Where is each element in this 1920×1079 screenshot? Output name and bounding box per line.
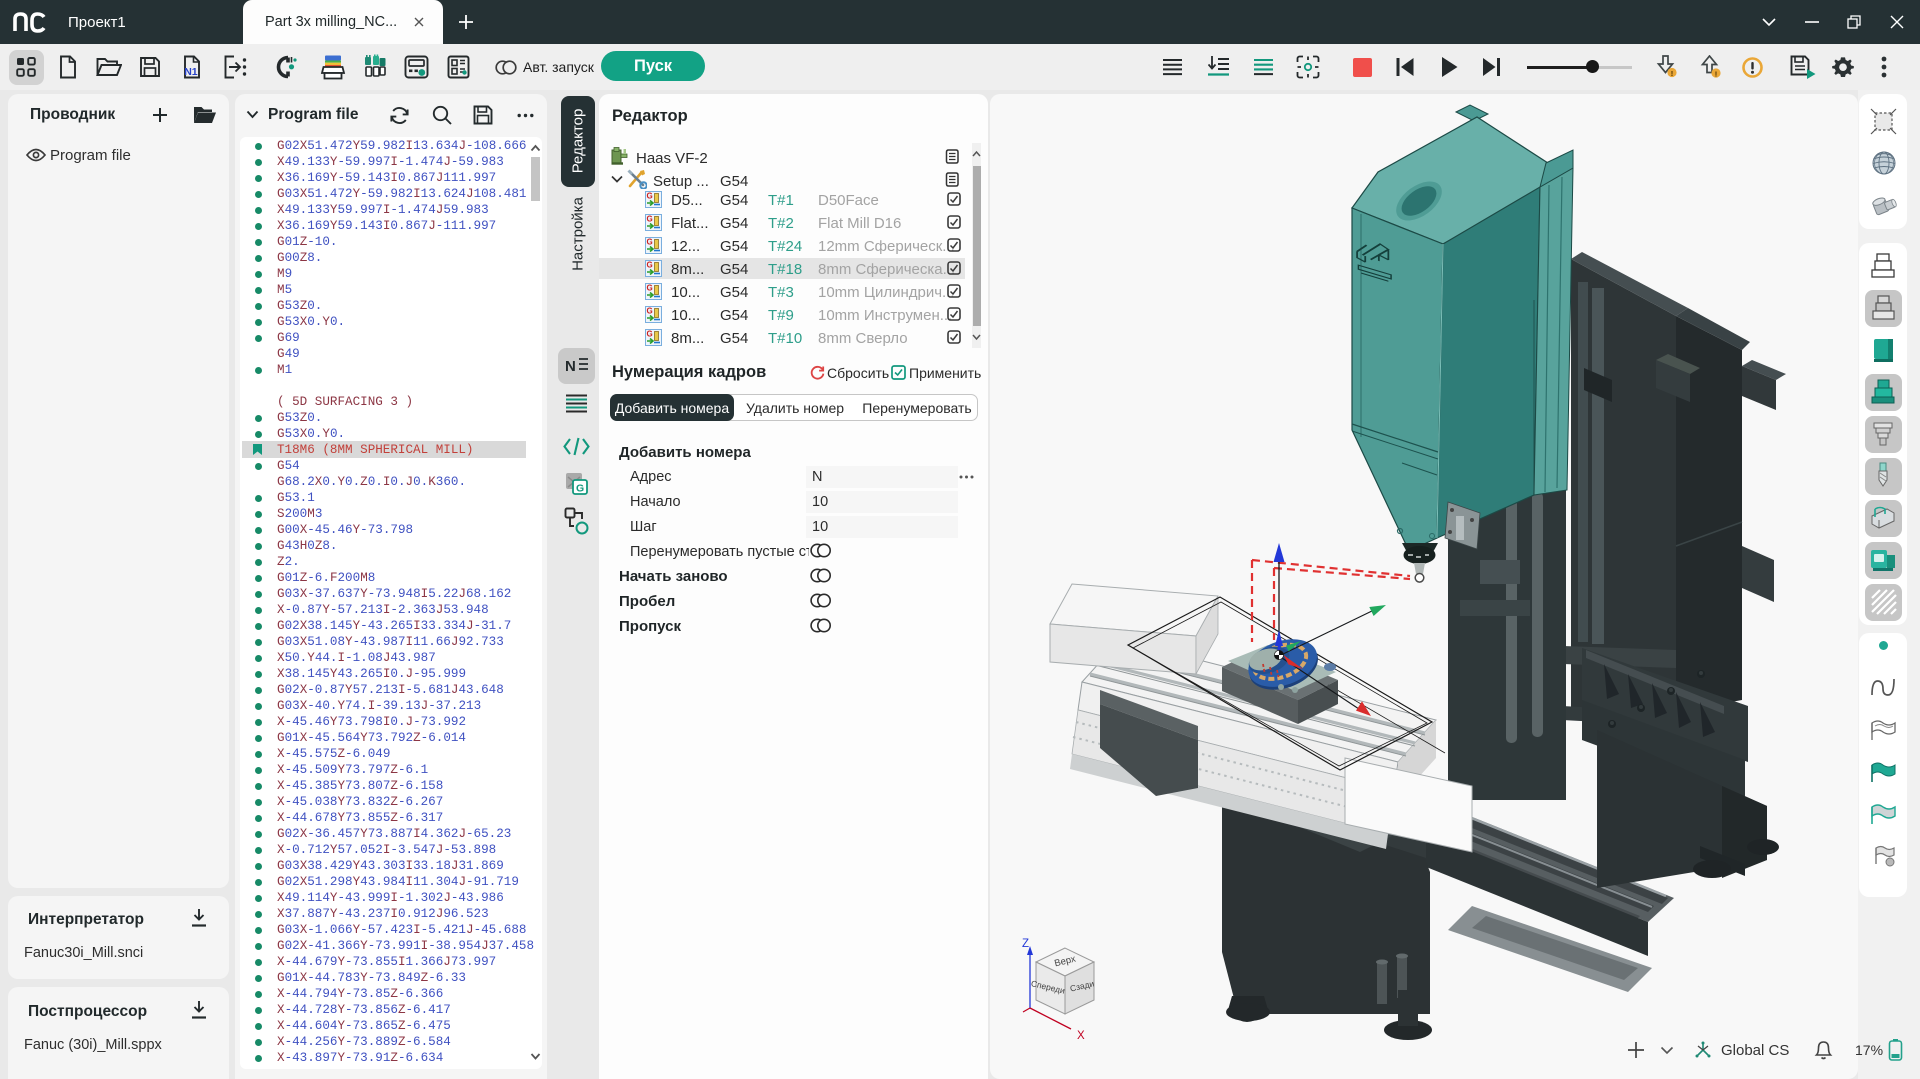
svg-text:G: G xyxy=(647,261,653,270)
svg-text:!: ! xyxy=(1671,69,1674,78)
svg-text:G: G xyxy=(647,284,653,293)
svg-text:X: X xyxy=(1077,1030,1085,1042)
svg-text:G: G xyxy=(647,238,653,247)
svg-text:G: G xyxy=(647,192,653,201)
svg-text:Z: Z xyxy=(1022,938,1029,950)
svg-text:!: ! xyxy=(1715,69,1718,78)
svg-text:G: G xyxy=(647,330,653,339)
svg-text:G: G xyxy=(647,307,653,316)
svg-text:N: N xyxy=(565,358,576,375)
svg-text:G: G xyxy=(576,483,584,495)
svg-text:G: G xyxy=(647,215,653,224)
svg-text:N1: N1 xyxy=(184,66,198,78)
